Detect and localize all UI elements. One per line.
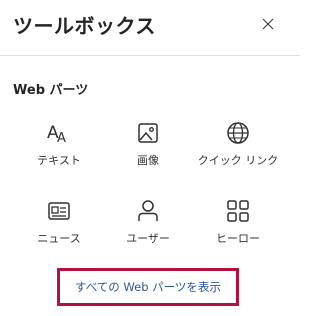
globe-icon	[227, 122, 249, 144]
hero-icon	[227, 200, 249, 222]
panel-title: ツールボックス	[13, 14, 156, 38]
person-icon	[138, 200, 158, 221]
show-all-label: すべての Web パーツを表示	[75, 280, 221, 294]
tile-image-label: 画像	[137, 154, 159, 167]
close-icon	[262, 18, 274, 30]
toolbox-panel: ツールボックス Web パーツ A A テキスト 画像 クイック リンク ニュー…	[0, 0, 300, 316]
tile-people-label: ユーザー	[126, 232, 170, 245]
text-icon: A A	[47, 123, 66, 146]
tile-news[interactable]: ニュース	[17, 198, 101, 246]
tile-quick-links[interactable]: クイック リンク	[196, 120, 280, 168]
show-all-web-parts-link[interactable]: すべての Web パーツを表示	[57, 268, 239, 306]
header-divider	[0, 55, 300, 56]
section-title: Web パーツ	[13, 83, 89, 98]
tile-hero[interactable]: ヒーロー	[196, 198, 280, 246]
tile-hero-label: ヒーロー	[216, 232, 260, 245]
close-button[interactable]	[258, 14, 278, 34]
tile-quick-links-label: クイック リンク	[197, 154, 279, 167]
tile-people[interactable]: ユーザー	[106, 198, 190, 246]
tile-news-label: ニュース	[37, 232, 81, 245]
panel-header: ツールボックス	[0, 0, 300, 55]
tile-text[interactable]: A A テキスト	[17, 120, 101, 168]
image-icon	[138, 123, 158, 143]
tile-image[interactable]: 画像	[106, 120, 190, 168]
tile-text-label: テキスト	[37, 154, 81, 167]
svg-text:A: A	[57, 131, 66, 146]
news-icon	[48, 202, 70, 220]
